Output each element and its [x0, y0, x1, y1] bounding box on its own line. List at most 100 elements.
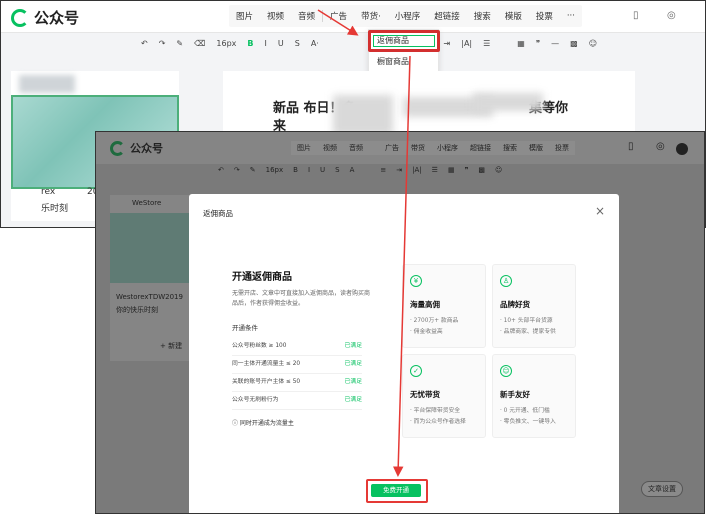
feature-line: · 2700万+ 款商品 — [410, 318, 459, 324]
menu-item-video[interactable]: 视频 — [317, 141, 343, 155]
article-settings-button[interactable]: 文章设置 — [641, 481, 683, 497]
cta-highlight-box: 免费开通 — [366, 479, 428, 503]
top-bar: 公众号 图片 视频 音频 广告 带货· 小程序 超链接 搜索 模版 投票 ···… — [1, 1, 705, 33]
menu-item-image[interactable]: 图片 — [291, 141, 317, 155]
condition-status: 已满足 — [344, 397, 362, 403]
menu-item-vote[interactable]: 投票 — [529, 10, 560, 22]
insert-menu: 图片 视频 音频 广告 带货· 小程序 超链接 搜索 模版 投票 ··· — [229, 5, 582, 27]
image-icon[interactable]: ▩ — [570, 39, 578, 48]
close-icon[interactable]: × — [595, 204, 605, 218]
condition-status: 已满足 — [344, 361, 362, 367]
bold-icon[interactable]: B — [247, 39, 253, 48]
italic-icon[interactable]: I — [308, 166, 310, 174]
menu-item-sell[interactable]: 带货 — [405, 141, 431, 155]
menu-item-audio[interactable]: 音频 — [291, 10, 322, 22]
preview-icon[interactable]: ▯ — [628, 141, 634, 152]
font-color-icon[interactable]: A — [350, 166, 355, 174]
menu-item-ads[interactable]: 广告 — [323, 10, 354, 22]
notice-text[interactable]: ⓘ 同时开通成为流量主 — [232, 418, 294, 427]
dropdown-item-showcase-goods[interactable]: 橱窗商品 — [369, 53, 438, 71]
feature-card: ♙ 品牌好货 · 10+ 头部平台货源 · 品牌商家、提家专供 — [492, 264, 576, 348]
undo-icon[interactable]: ↶ — [218, 166, 224, 174]
bold-icon[interactable]: B — [293, 166, 298, 174]
menu-item-template[interactable]: 模版 — [523, 141, 549, 155]
feature-title: 品牌好货 — [500, 300, 530, 309]
blur-region — [473, 93, 543, 111]
table-icon[interactable]: ▦ — [517, 39, 525, 48]
app-logo[interactable]: 公众号 — [110, 140, 163, 156]
emoji-icon[interactable]: ☺ — [589, 39, 597, 48]
clear-format-icon[interactable]: ⌫ — [194, 39, 205, 48]
menu-item-search[interactable]: 搜索 — [497, 141, 523, 155]
article-title-line2: 乐时刻 — [41, 204, 69, 214]
settings-icon[interactable]: ◎ — [656, 141, 665, 152]
emoji-icon[interactable]: ☺ — [495, 166, 502, 174]
format-brush-icon[interactable]: ✎ — [176, 39, 183, 48]
redo-icon[interactable]: ↷ — [234, 166, 240, 174]
smile-icon: ☺ — [500, 365, 512, 377]
avatar[interactable] — [676, 143, 688, 155]
menu-item-sell[interactable]: 带货· — [354, 10, 388, 22]
intro-description: 无需开店、文章中可直接加入返佣商品，读者购买商品后，作者获得佣金收益。 — [232, 290, 371, 307]
redo-icon[interactable]: ↷ — [159, 39, 166, 48]
wechat-official-logo-icon — [11, 8, 29, 27]
table-icon[interactable]: ▦ — [448, 166, 455, 174]
feature-line: · 零负推文、一键导入 — [500, 419, 556, 425]
feature-line: · 平台保障带货安全 — [410, 408, 461, 414]
font-size-select[interactable]: 16px — [266, 166, 284, 174]
card-brand: WeStore — [132, 199, 162, 207]
settings-icon[interactable]: ◎ — [667, 10, 676, 21]
underline-icon[interactable]: U — [320, 166, 325, 174]
preview-icon[interactable]: ▯ — [633, 10, 639, 21]
menu-item-hyperlink[interactable]: 超链接 — [427, 10, 467, 22]
menu-item-audio[interactable]: 音频 — [343, 141, 369, 155]
line-height-icon[interactable]: |A| — [461, 39, 472, 48]
menu-item-miniprogram[interactable]: 小程序 — [388, 10, 428, 22]
menu-item-vote[interactable]: 投票 — [549, 141, 575, 155]
menu-item-search[interactable]: 搜索 — [467, 10, 498, 22]
free-activate-button[interactable]: 免费开通 — [371, 484, 421, 497]
intro-block: 开通返佣商品 无需开店、文章中可直接加入返佣商品，读者购买商品后，作者获得佣金收… — [232, 268, 372, 309]
condition-label: 同一主体开通流量主 ≤ 20 — [232, 361, 301, 367]
strikethrough-icon[interactable]: S — [295, 39, 300, 48]
conditions-title: 开通条件 — [232, 324, 258, 332]
underline-icon[interactable]: U — [278, 39, 284, 48]
font-color-icon[interactable]: A· — [311, 39, 319, 48]
app-logo-text: 公众号 — [34, 9, 80, 27]
font-size-select[interactable]: 16px — [216, 39, 236, 48]
list-icon[interactable]: ☰ — [483, 39, 490, 48]
image-icon[interactable]: ▩ — [478, 166, 485, 174]
condition-status: 已满足 — [344, 343, 362, 349]
indent-icon[interactable]: ⇥ — [444, 39, 451, 48]
feature-card: ☺ 新手友好 · 0 元开通、低门槛 · 零负推文、一键导入 — [492, 354, 576, 438]
condition-row: 关联的账号开户主体 ≤ 50 已满足 — [232, 376, 362, 392]
menu-item-hyperlink[interactable]: 超链接 — [464, 141, 497, 155]
menu-item-image[interactable]: 图片 — [229, 10, 260, 22]
modal-title: 返佣商品 — [203, 209, 233, 218]
menu-item-ads[interactable]: 广告 — [379, 141, 405, 155]
undo-icon[interactable]: ↶ — [141, 39, 148, 48]
menu-item-template[interactable]: 模版 — [498, 10, 529, 22]
shield-check-icon: ✓ — [410, 365, 422, 377]
divider-icon[interactable]: — — [551, 39, 559, 48]
app-logo[interactable]: 公众号 — [11, 7, 79, 28]
card-title-line2: 你的快乐时刻 — [116, 306, 158, 314]
format-brush-icon[interactable]: ✎ — [250, 166, 256, 174]
condition-status: 已满足 — [344, 379, 362, 385]
indent-icon[interactable]: ⇥ — [396, 166, 402, 174]
align-icon[interactable]: ≡ — [380, 166, 386, 174]
menu-item-video[interactable]: 视频 — [260, 10, 291, 22]
list-icon[interactable]: ☰ — [432, 166, 438, 174]
italic-icon[interactable]: I — [265, 39, 267, 48]
article-card-front[interactable]: WeStore WestorexTDW2019 你的快乐时刻 + 新建 — [110, 195, 190, 361]
card-title-line1: WestorexTDW2019 — [116, 293, 183, 301]
shopping-bag-icon: ♙ — [500, 275, 512, 287]
feature-card: ¥ 海量高佣 · 2700万+ 款商品 · 佣金收益高 — [402, 264, 486, 348]
menu-item-more[interactable]: ··· — [560, 11, 582, 21]
strikethrough-icon[interactable]: S — [335, 166, 339, 174]
quote-icon[interactable]: ❞ — [536, 39, 540, 48]
line-height-icon[interactable]: |A| — [412, 166, 422, 174]
menu-item-miniprogram[interactable]: 小程序 — [431, 141, 464, 155]
new-article-button[interactable]: + 新建 — [160, 341, 182, 351]
quote-icon[interactable]: ❞ — [465, 166, 469, 174]
